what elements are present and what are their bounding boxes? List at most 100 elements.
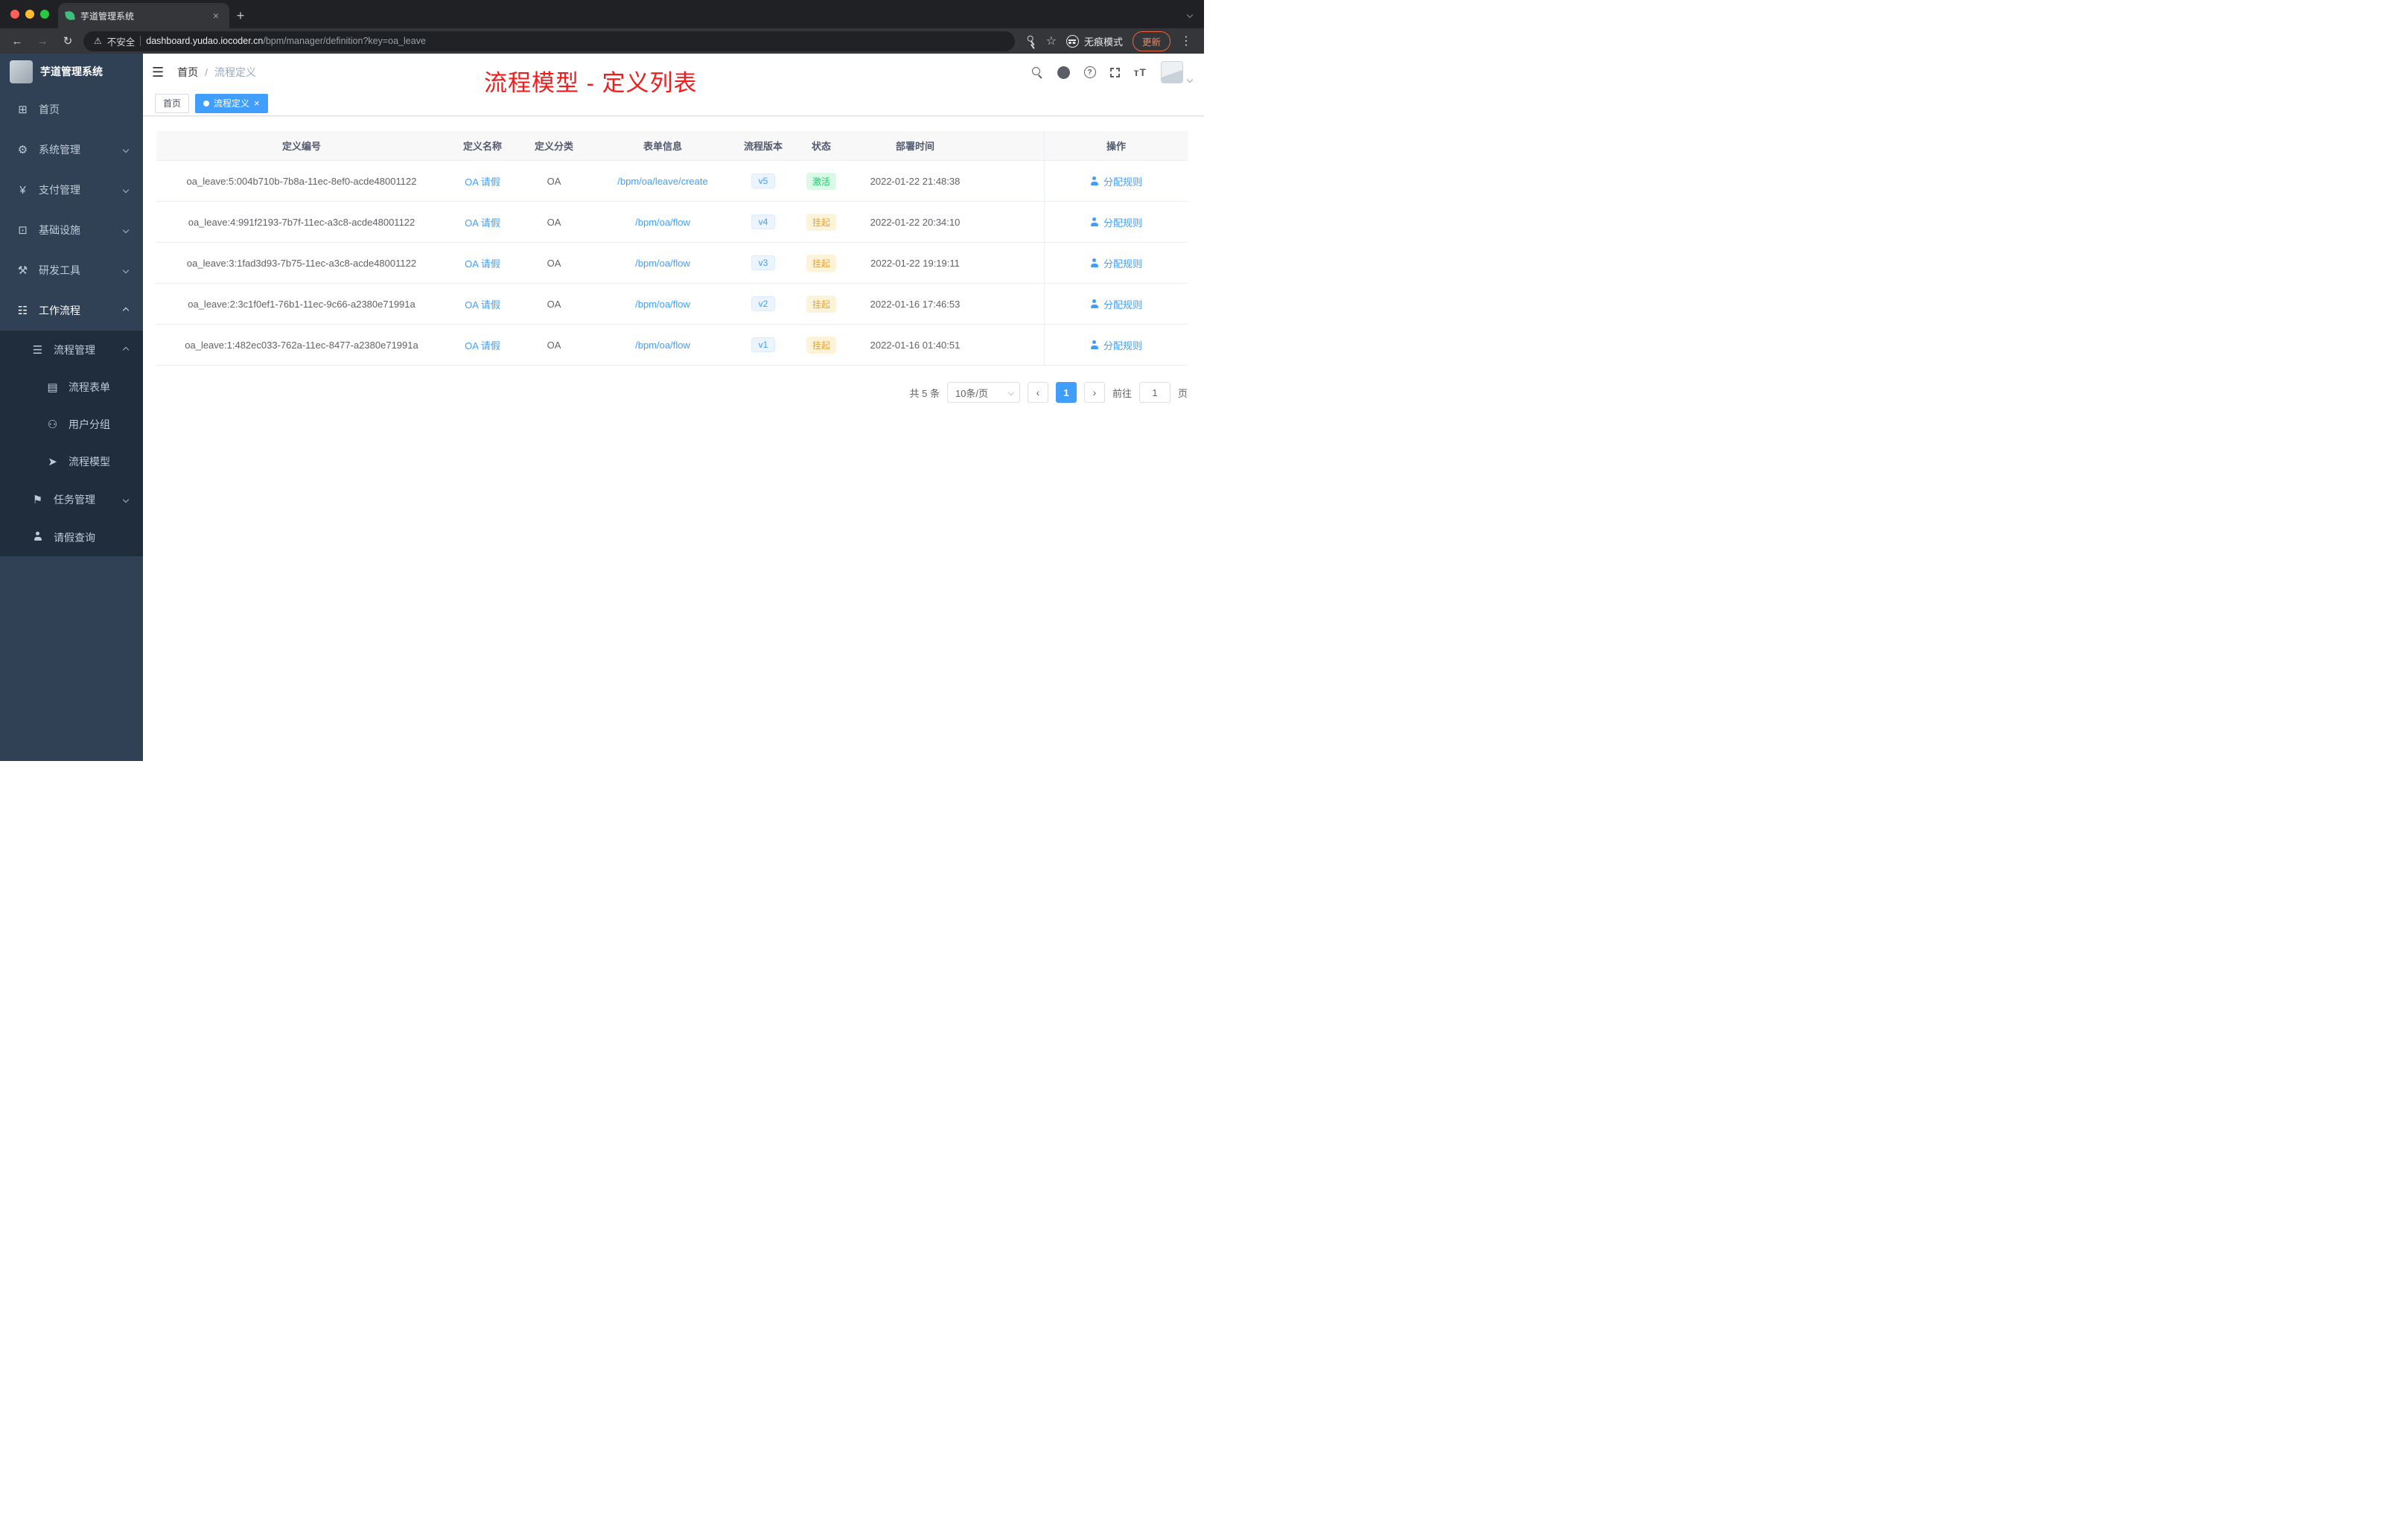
definition-name-link[interactable]: OA 请假 xyxy=(465,297,500,311)
column-header-category: 定义分类 xyxy=(534,141,573,152)
table-row: oa_leave:5:004b710b-7b8a-11ec-8ef0-acde4… xyxy=(156,161,1188,202)
tag-label: 首页 xyxy=(163,98,182,109)
window-zoom-button[interactable] xyxy=(40,10,49,19)
pagination: 共 5 条 10条/页 ‹ 1 › 前往 页 xyxy=(156,382,1188,403)
assign-rule-button[interactable]: 分配规则 xyxy=(1090,215,1142,229)
prev-page-button[interactable]: ‹ xyxy=(1027,382,1048,403)
assign-rule-button[interactable]: 分配规则 xyxy=(1090,174,1142,188)
deploy-time: 2022-01-22 21:48:38 xyxy=(870,175,961,187)
deploy-time: 2022-01-22 19:19:11 xyxy=(870,257,960,269)
form-link[interactable]: /bpm/oa/leave/create xyxy=(617,176,707,187)
sidebar-item-process-form[interactable]: ▤ 流程表单 xyxy=(0,369,143,406)
tag-home[interactable]: 首页 xyxy=(155,93,190,113)
users-icon: ⚇ xyxy=(47,418,58,431)
sidebar-item-leave-query[interactable]: 请假查询 xyxy=(0,518,143,556)
definition-category: OA xyxy=(547,257,561,269)
tab-close-icon[interactable]: × xyxy=(210,10,222,22)
definition-name-link[interactable]: OA 请假 xyxy=(465,338,500,352)
password-key-icon[interactable] xyxy=(1023,34,1039,49)
sidebar-item-payment[interactable]: ¥ 支付管理 xyxy=(0,170,143,210)
help-icon[interactable]: ? xyxy=(1083,66,1096,78)
sidebar-item-label: 用户分组 xyxy=(69,418,110,430)
bookmark-star-icon[interactable]: ☆ xyxy=(1046,34,1057,48)
address-bar[interactable]: ⚠ 不安全 dashboard.yudao.iocoder.cn/bpm/man… xyxy=(83,31,1015,51)
avatar[interactable] xyxy=(1161,61,1183,83)
form-link[interactable]: /bpm/oa/flow xyxy=(635,217,690,228)
sidebar-item-label: 任务管理 xyxy=(54,493,95,506)
user-icon xyxy=(1090,340,1099,349)
security-label[interactable]: 不安全 xyxy=(107,34,136,48)
goto-label: 前往 xyxy=(1112,387,1132,399)
reload-button[interactable]: ↻ xyxy=(58,34,77,48)
update-button[interactable]: 更新 xyxy=(1132,31,1170,51)
incognito-label: 无痕模式 xyxy=(1083,36,1123,48)
assign-rule-button[interactable]: 分配规则 xyxy=(1090,338,1142,352)
new-tab-button[interactable]: + xyxy=(229,3,252,28)
chevron-down-icon xyxy=(1007,389,1015,396)
search-icon[interactable] xyxy=(1031,66,1043,78)
page-number-current[interactable]: 1 xyxy=(1055,382,1077,403)
definition-name-link[interactable]: OA 请假 xyxy=(465,256,500,270)
github-icon[interactable] xyxy=(1057,66,1070,79)
goto-page-input[interactable] xyxy=(1138,382,1170,403)
version-badge: v4 xyxy=(751,214,776,229)
breadcrumb: 首页 / 流程定义 xyxy=(177,65,256,80)
forward-button[interactable]: → xyxy=(33,35,52,48)
browser-tab[interactable]: 芋道管理系统 × xyxy=(58,3,229,28)
app-title: 芋道管理系统 xyxy=(40,66,103,77)
assign-rule-button[interactable]: 分配规则 xyxy=(1090,297,1142,311)
font-size-icon[interactable]: тT xyxy=(1134,66,1147,78)
page-size-select[interactable]: 10条/页 xyxy=(946,382,1020,403)
tab-search-button[interactable] xyxy=(1186,7,1204,28)
sidebar-item-user-group[interactable]: ⚇ 用户分组 xyxy=(0,406,143,443)
sidebar-item-process-management[interactable]: ☰ 流程管理 xyxy=(0,331,143,369)
definition-name-link[interactable]: OA 请假 xyxy=(465,174,500,188)
sidebar-item-home[interactable]: ⊞ 首页 xyxy=(0,89,143,130)
sidebar-collapse-icon[interactable]: ☰ xyxy=(152,65,164,80)
sidebar-item-label: 基础设施 xyxy=(39,224,80,236)
dashboard-icon: ⊞ xyxy=(18,104,28,116)
sidebar-item-label: 研发工具 xyxy=(39,264,80,276)
assign-rule-label: 分配规则 xyxy=(1103,217,1142,229)
chevron-down-icon[interactable] xyxy=(1186,76,1194,83)
tag-process-definition[interactable]: 流程定义 × xyxy=(195,93,268,113)
form-link[interactable]: /bpm/oa/flow xyxy=(635,340,690,351)
row-spacer xyxy=(978,243,1044,283)
form-link[interactable]: /bpm/oa/flow xyxy=(635,258,690,269)
sidebar-item-system[interactable]: ⚙ 系统管理 xyxy=(0,130,143,170)
tag-close-icon[interactable]: × xyxy=(254,98,260,109)
user-icon xyxy=(1090,176,1099,185)
user-menu[interactable] xyxy=(1161,61,1194,83)
next-page-button[interactable]: › xyxy=(1083,382,1105,403)
assign-rule-label: 分配规则 xyxy=(1103,176,1142,188)
page-size-value: 10条/页 xyxy=(955,387,989,399)
definition-name-link[interactable]: OA 请假 xyxy=(465,215,500,229)
user-icon xyxy=(1090,217,1099,226)
window-minimize-button[interactable] xyxy=(25,10,34,19)
row-spacer xyxy=(978,161,1044,201)
sidebar-item-process-model[interactable]: ➤ 流程模型 xyxy=(0,443,143,480)
sidebar-item-label: 支付管理 xyxy=(39,184,80,196)
fullscreen-icon[interactable] xyxy=(1109,67,1120,77)
chevron-down-icon xyxy=(122,186,130,194)
assign-rule-button[interactable]: 分配规则 xyxy=(1090,256,1142,270)
browser-toolbar: ← → ↻ ⚠ 不安全 dashboard.yudao.iocoder.cn/b… xyxy=(0,28,1204,54)
tags-bar: 首页 流程定义 × xyxy=(143,91,1204,116)
back-button[interactable]: ← xyxy=(7,35,27,48)
form-link[interactable]: /bpm/oa/flow xyxy=(635,299,690,310)
user-icon xyxy=(1090,299,1099,308)
definition-id: oa_leave:4:991f2193-7b7f-11ec-a3c8-acde4… xyxy=(188,216,415,228)
breadcrumb-home[interactable]: 首页 xyxy=(177,65,198,80)
tools-icon: ⚒ xyxy=(17,264,28,277)
status-badge: 挂起 xyxy=(806,254,836,272)
sidebar-item-devtools[interactable]: ⚒ 研发工具 xyxy=(0,250,143,290)
tag-label: 流程定义 xyxy=(214,98,250,109)
sidebar-item-label: 流程模型 xyxy=(69,456,110,468)
sidebar-item-task-management[interactable]: ⚑ 任务管理 xyxy=(0,480,143,518)
sidebar-item-infrastructure[interactable]: ⊡ 基础设施 xyxy=(0,210,143,250)
app-logo[interactable]: 芋道管理系统 xyxy=(0,54,143,89)
window-close-button[interactable] xyxy=(10,10,19,19)
browser-menu-icon[interactable]: ⋮ xyxy=(1180,34,1192,48)
sidebar-item-workflow[interactable]: ☷ 工作流程 xyxy=(0,290,143,331)
assign-rule-label: 分配规则 xyxy=(1103,258,1142,270)
